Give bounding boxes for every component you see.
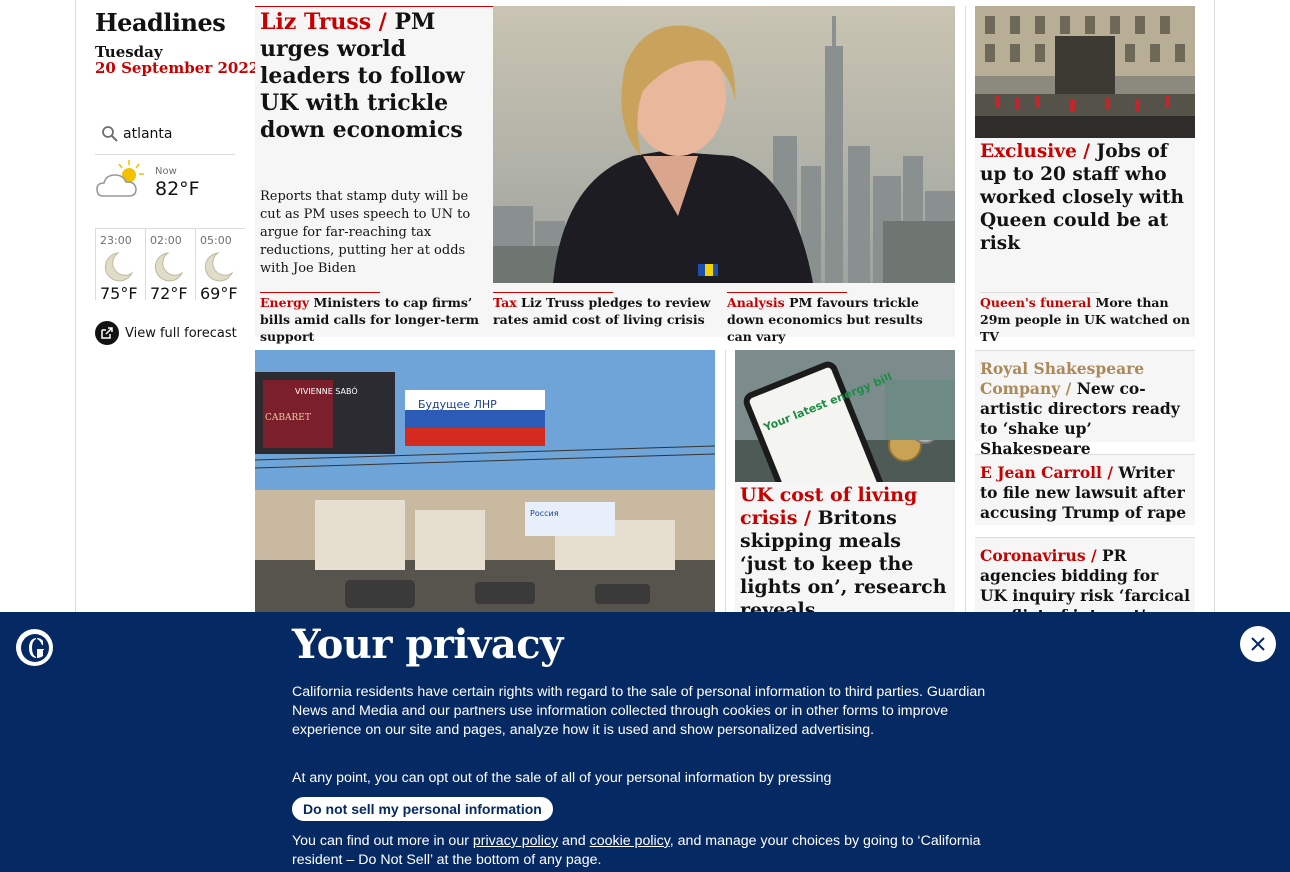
divider (493, 292, 613, 293)
related-link-queens-funeral[interactable]: Queen's funeral More than 29m people in … (980, 294, 1192, 345)
forecast-temp: 75°F (100, 284, 138, 303)
palace-photo[interactable] (975, 6, 1195, 138)
related-link-tax[interactable]: Tax Liz Truss pledges to review rates am… (493, 294, 715, 328)
side-story-kicker: Coronavirus / (980, 546, 1097, 565)
forecast-temp: 72°F (150, 284, 188, 303)
side-story-headline: Royal Shakespeare Company / New co-artis… (980, 359, 1190, 459)
queen-staff-headline[interactable]: Exclusive / Jobs of up to 20 staff who w… (980, 140, 1192, 255)
privacy-policy-link[interactable]: privacy policy (473, 833, 558, 849)
luhansk-street-photo[interactable]: VIVIENNE SABÓ CABARET Будущее ЛНР Россия (255, 350, 715, 620)
moon-icon (104, 252, 134, 282)
side-story-card[interactable]: E Jean Carroll / Writer to file new laws… (975, 454, 1195, 525)
privacy-title: Your privacy (292, 621, 563, 668)
forecast-slot: 02:00 72°F (145, 228, 195, 303)
external-link-icon (95, 321, 119, 345)
privacy-text: You can find out more in our (292, 833, 473, 849)
date-full: 20 September 2022 (95, 59, 260, 77)
billboard-text: Будущее ЛНР (418, 398, 497, 411)
forecast-time: 05:00 (200, 234, 232, 247)
privacy-text: and (558, 833, 590, 849)
privacy-paragraph: At any point, you can opt out of the sal… (292, 770, 832, 786)
column-divider (725, 350, 726, 620)
queen-staff-kicker: Exclusive / (980, 141, 1091, 162)
view-full-forecast-link[interactable]: View full forecast (95, 321, 237, 345)
main-story-headline[interactable]: Liz Truss / PM urges world leaders to fo… (260, 9, 488, 144)
guardian-logo-icon (16, 629, 53, 666)
related-kicker: Energy (260, 295, 310, 310)
close-button[interactable] (1240, 626, 1276, 662)
moon-icon (154, 252, 184, 282)
divider (260, 292, 380, 293)
related-text: Liz Truss pledges to review rates amid c… (493, 295, 711, 327)
related-kicker: Tax (493, 295, 517, 310)
related-link-analysis[interactable]: Analysis PM favours trickle down economi… (727, 294, 951, 345)
side-story-card[interactable]: Coronavirus / PR agencies bidding for UK… (975, 537, 1195, 625)
related-kicker: Queen's funeral (980, 295, 1092, 310)
related-kicker: Analysis (727, 295, 785, 310)
side-story-kicker: E Jean Carroll / (980, 463, 1113, 482)
billboard-text: VIVIENNE SABÓ (295, 385, 358, 396)
cost-of-living-headline[interactable]: UK cost of living crisis / Britons skipp… (740, 484, 952, 622)
column-divider (965, 6, 966, 616)
moon-icon (204, 252, 234, 282)
do-not-sell-button[interactable]: Do not sell my personal information (292, 797, 553, 821)
main-story-standfirst: Reports that stamp duty will be cut as P… (260, 189, 471, 276)
forecast-temp: 69°F (200, 284, 238, 303)
privacy-paragraph: California residents have certain rights… (292, 684, 986, 738)
privacy-paragraph: You can find out more in our privacy pol… (292, 832, 997, 870)
forecast-time: 23:00 (100, 234, 132, 247)
divider (727, 292, 847, 293)
forecast-slot: 23:00 75°F (95, 228, 145, 303)
billboard-text: Россия (530, 509, 559, 518)
related-link-energy[interactable]: Energy Ministers to cap firms’ bills ami… (260, 294, 482, 345)
main-story-photo[interactable] (493, 6, 955, 283)
weather-location[interactable]: atlanta (123, 126, 172, 142)
section-title: Headlines (95, 8, 226, 37)
side-story-card[interactable]: Royal Shakespeare Company / New co-artis… (975, 350, 1195, 458)
forecast-link-label: View full forecast (125, 325, 237, 341)
main-story-kicker: Liz Truss / (260, 9, 387, 35)
partly-cloudy-icon (96, 160, 144, 197)
close-icon (1251, 637, 1265, 651)
cookie-policy-link[interactable]: cookie policy (590, 833, 670, 849)
divider (980, 292, 1100, 293)
side-story-headline: E Jean Carroll / Writer to file new laws… (980, 463, 1190, 523)
forecast-time: 02:00 (150, 234, 182, 247)
search-icon (102, 126, 118, 142)
forecast-slot: 05:00 69°F (195, 228, 245, 303)
weather-now-label: Now (155, 166, 177, 177)
weather-now-temp: 82°F (155, 178, 200, 200)
billboard-text: CABARET (265, 413, 311, 423)
energy-bill-photo[interactable]: Your latest energy bill (735, 350, 955, 482)
